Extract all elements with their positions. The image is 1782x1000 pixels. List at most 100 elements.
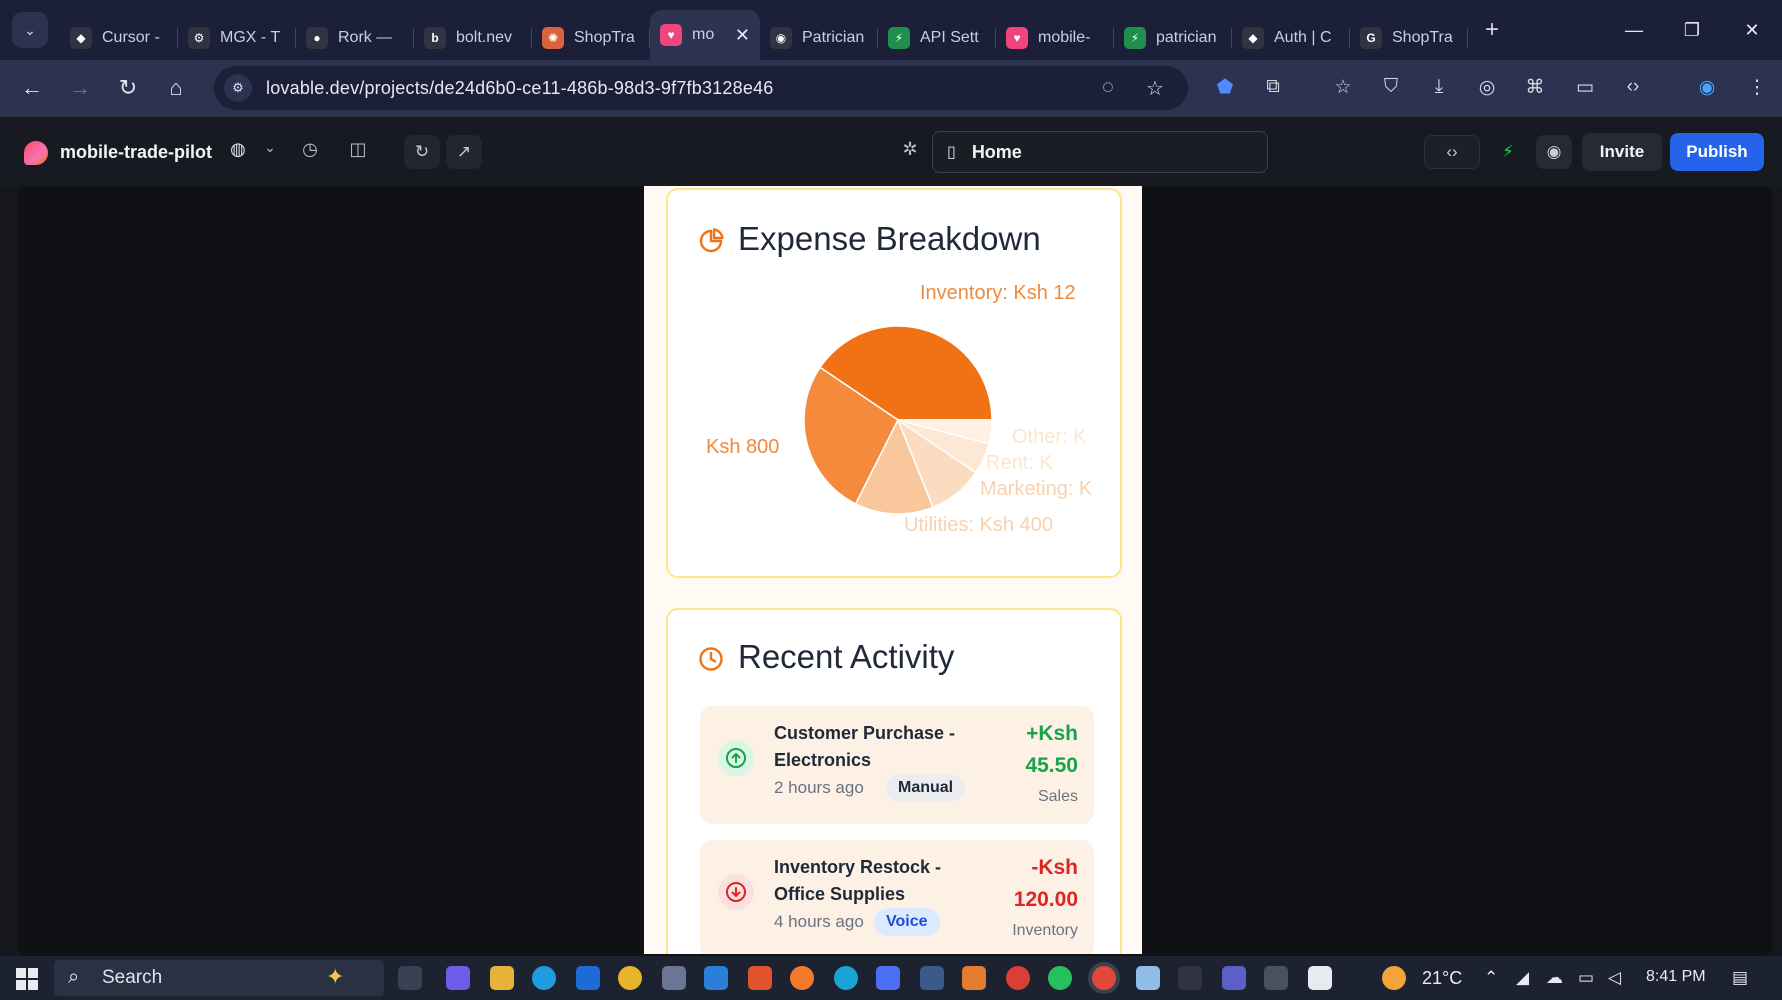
activity-item[interactable]: Inventory Restock - Office Supplies 4 ho… [700, 840, 1094, 954]
activity-card-title: Recent Activity [738, 638, 955, 675]
browser-tab[interactable]: ◆ Auth | C [1232, 16, 1350, 60]
browser-tab[interactable]: ◆ Cursor - [60, 16, 178, 60]
sidebar-toggle-icon[interactable]: ◫ [344, 139, 372, 160]
teams-icon[interactable] [1222, 966, 1246, 990]
zoom-icon[interactable] [876, 966, 900, 990]
restore-icon[interactable]: ❐ [1662, 0, 1722, 60]
chrome-profile-icon[interactable] [1006, 966, 1030, 990]
invite-button[interactable]: Invite [1582, 133, 1662, 171]
volume-icon[interactable]: ◁ [1608, 968, 1621, 988]
pie-chart-icon [699, 228, 724, 253]
chrome-active-icon[interactable] [1092, 966, 1116, 990]
terminal-icon[interactable] [1264, 966, 1288, 990]
activity-item[interactable]: Customer Purchase - Electronics 2 hours … [700, 706, 1094, 824]
extensions-icon[interactable]: ⧉ [1260, 76, 1286, 98]
battery-icon[interactable]: ▭ [1578, 968, 1594, 988]
download-icon[interactable]: ⤓ [1426, 76, 1452, 98]
address-bar[interactable]: ⚙ lovable.dev/projects/de24d6b0-ce11-486… [214, 66, 1188, 110]
bookmark-star-icon[interactable]: ☆ [1146, 76, 1164, 101]
incognito-icon[interactable]: ⛉ [1378, 76, 1404, 98]
browser-tab[interactable]: ⚙ MGX - T [178, 16, 296, 60]
lovable-logo-icon[interactable] [24, 141, 48, 165]
outlook-icon[interactable] [576, 966, 600, 990]
tab-search-button[interactable]: ⌄ [12, 12, 48, 48]
tab-close-icon[interactable]: ✕ [735, 25, 750, 46]
browser-tab[interactable]: ● Rork — [296, 16, 414, 60]
supabase-icon[interactable]: ⚡ [1490, 135, 1526, 169]
back-icon[interactable]: ← [8, 75, 56, 101]
browser-tab[interactable]: b bolt.nev [414, 16, 532, 60]
profile-avatar-icon[interactable]: ◉ [1694, 76, 1720, 99]
translate-icon[interactable]: ⌘ [1522, 76, 1548, 99]
tab-title: MGX - T [220, 29, 281, 46]
app-icon[interactable] [920, 966, 944, 990]
url-text[interactable]: lovable.dev/projects/de24d6b0-ce11-486b-… [266, 78, 773, 99]
github-icon[interactable]: ◉ [1536, 135, 1572, 169]
open-external-icon[interactable]: ↗ [446, 135, 482, 169]
new-tab-button[interactable]: + [1474, 16, 1510, 44]
file-explorer-icon[interactable] [490, 966, 514, 990]
expense-pie-chart [803, 325, 993, 515]
activity-amount-sign: +Ksh [1026, 722, 1078, 745]
windows-taskbar: ⌕ Search ✦ 21°C ⌃ ◢ ☁ ▭ ◁ 8:41 PM ▤ [0, 956, 1782, 1000]
browser-tab[interactable]: ⚡ patrician [1114, 16, 1232, 60]
reload-icon[interactable]: ↻ [104, 75, 152, 101]
eye-off-icon[interactable]: ◌ [1102, 76, 1114, 99]
favorites-icon[interactable]: ☆ [1330, 76, 1356, 99]
minimize-icon[interactable]: — [1604, 0, 1664, 60]
wifi-icon[interactable]: ◢ [1516, 968, 1529, 988]
browser-tab[interactable]: ◉ Patrician [760, 16, 878, 60]
taskbar-search[interactable]: ⌕ Search ✦ [54, 960, 384, 996]
vscode-icon[interactable] [704, 966, 728, 990]
browser-tab[interactable]: ♥ mo ✕ [650, 10, 760, 60]
tab-title: Rork — [338, 29, 393, 46]
weather-temperature[interactable]: 21°C [1422, 968, 1462, 989]
app-orange-icon[interactable] [962, 966, 986, 990]
forward-icon[interactable]: → [56, 75, 104, 101]
project-name[interactable]: mobile-trade-pilot [60, 142, 212, 163]
arrow-up-circle-icon [718, 740, 754, 776]
publish-button[interactable]: Publish [1670, 133, 1764, 171]
screenshot-icon[interactable]: ◎ [1474, 76, 1500, 99]
tab-favicon-icon: ✺ [542, 27, 564, 49]
weather-moon-icon [1382, 966, 1406, 990]
keyboard-app-icon[interactable] [662, 966, 686, 990]
cursor-editor-icon[interactable] [1178, 966, 1202, 990]
close-window-icon[interactable]: ✕ [1722, 0, 1782, 60]
copilot-app-icon[interactable] [446, 966, 470, 990]
chevron-up-icon[interactable]: ⌃ [1484, 968, 1498, 988]
tab-favicon-icon: ● [306, 27, 328, 49]
notepad-icon[interactable] [1136, 966, 1160, 990]
browser-menu-icon[interactable]: ⋮ [1744, 76, 1770, 99]
windows-start-icon[interactable] [16, 968, 38, 990]
document-icon[interactable] [1308, 966, 1332, 990]
route-selector[interactable]: ▯ Home [932, 131, 1268, 173]
tab-list: ◆ Cursor - ⚙ MGX - T ● Rork — b bolt.nev ✺ ShopTr… [60, 0, 1468, 60]
devtools-icon[interactable]: ‹› [1620, 76, 1646, 98]
code-view-icon[interactable]: ‹› [1424, 135, 1480, 169]
chevron-down-icon[interactable]: ⌄ [256, 139, 284, 156]
brave-icon[interactable] [748, 966, 772, 990]
refresh-preview-icon[interactable]: ↻ [404, 135, 440, 169]
notifications-icon[interactable]: ▤ [1732, 968, 1748, 988]
mobile-preview[interactable]: Expense Breakdown Inventory: Ksh 12 Ksh … [644, 186, 1142, 954]
cloud-icon[interactable]: ☁ [1546, 968, 1563, 988]
browser-tab[interactable]: ♥ mobile- [996, 16, 1114, 60]
home-icon[interactable]: ⌂ [152, 75, 200, 101]
site-info-icon[interactable]: ⚙ [224, 74, 252, 102]
whatsapp-icon[interactable] [1048, 966, 1072, 990]
browser-tab[interactable]: ✺ ShopTra [532, 16, 650, 60]
extension-shield-icon[interactable]: ⬟ [1212, 76, 1238, 99]
history-icon[interactable]: ◷ [296, 139, 324, 160]
globe-icon[interactable]: ◍ [224, 139, 252, 160]
firefox-icon[interactable] [790, 966, 814, 990]
device-toolbar-icon[interactable]: ▭ [1572, 76, 1598, 99]
edge-icon[interactable] [532, 966, 556, 990]
activity-time: 2 hours ago [774, 778, 864, 797]
task-view-icon[interactable] [398, 966, 422, 990]
browser-tab[interactable]: ⚡ API Sett [878, 16, 996, 60]
cursor-app-icon[interactable] [834, 966, 858, 990]
browser-tab[interactable]: G ShopTra [1350, 16, 1468, 60]
clock-time[interactable]: 8:41 PM [1646, 968, 1706, 986]
chrome-icon[interactable] [618, 966, 642, 990]
